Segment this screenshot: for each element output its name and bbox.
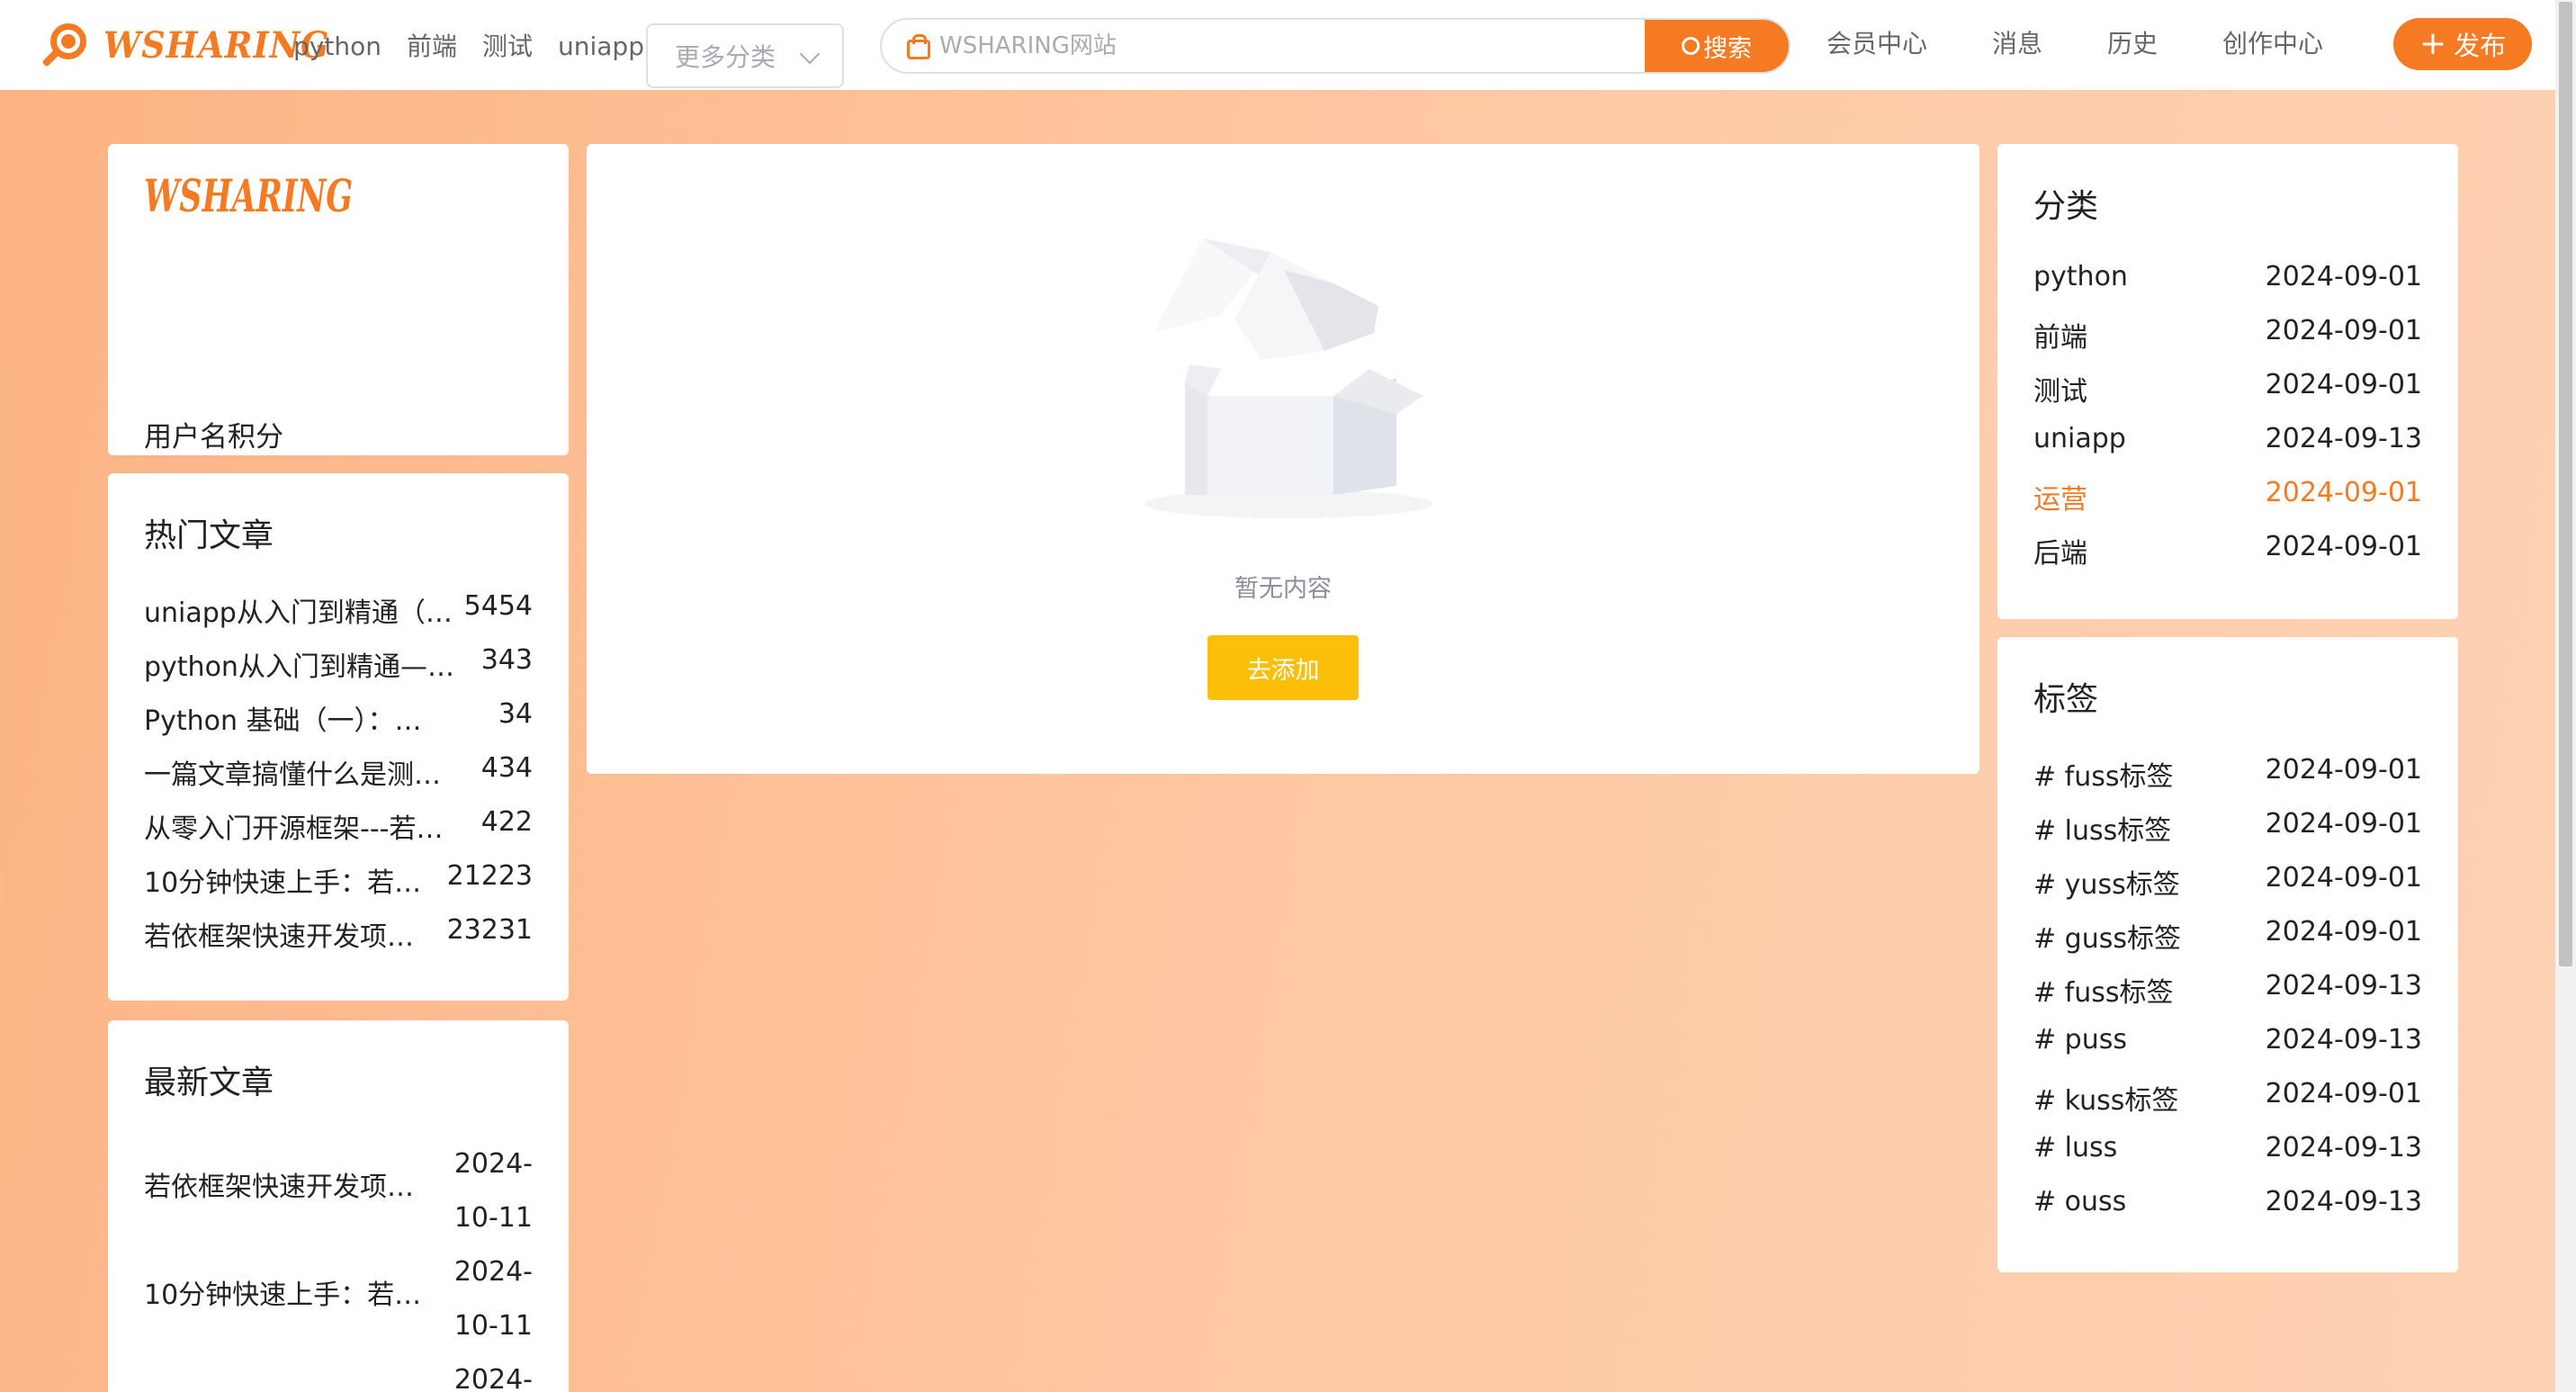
tag-date: 2024-09-13 <box>2265 1132 2422 1163</box>
tag-name: # puss <box>2033 1024 2127 1055</box>
search-icon <box>1682 37 1700 55</box>
date-year: 2024- <box>453 1256 533 1288</box>
tag-date: 2024-09-01 <box>2265 862 2422 894</box>
latest-article-title: 10分钟快速上手：若… <box>144 1280 422 1311</box>
hot-article-title: 10分钟快速上手：若… <box>144 867 422 899</box>
category-name: python <box>2033 261 2128 292</box>
tag-name: # kuss标签 <box>2033 1085 2179 1117</box>
hot-article-title: 从零入门开源框架---若… <box>144 813 444 845</box>
user-avatar-logo: WSHARING <box>144 169 354 222</box>
chevron-down-icon <box>799 43 821 65</box>
categories-title: 分类 <box>2033 188 2099 225</box>
add-content-button[interactable]: 去添加 <box>1207 635 1359 700</box>
date-day: 10-11 <box>453 1202 533 1234</box>
latest-article-row[interactable]: 2024- <box>144 1353 533 1392</box>
site-icon <box>905 34 930 59</box>
tag-name: # yuss标签 <box>2033 869 2180 901</box>
nav-item-uniapp[interactable]: uniapp <box>558 29 644 65</box>
category-name: 前端 <box>2033 322 2087 354</box>
publish-button-label: 发布 <box>2454 31 2507 61</box>
user-card: WSHARING 用户名积分 ☆ 4 💬︎ 4 💬︎ 4 <box>108 144 569 532</box>
tag-date: 2024-09-01 <box>2265 754 2422 786</box>
tag-date: 2024-09-01 <box>2265 808 2422 840</box>
category-name: 后端 <box>2033 538 2087 570</box>
nav-item-testing[interactable]: 测试 <box>482 29 533 65</box>
search-input[interactable] <box>939 32 1641 59</box>
hot-article-title: uniapp从入门到精通（… <box>144 597 453 629</box>
latest-article-date: 2024- <box>454 1353 533 1392</box>
top-header: WSHARING python 前端 测试 uniapp 更多分类 搜索 会员中… <box>0 0 2555 90</box>
category-nav: python 前端 测试 uniapp <box>293 29 669 65</box>
tag-date: 2024-09-13 <box>2265 1186 2422 1217</box>
plus-icon: + <box>2419 25 2447 62</box>
category-date: 2024-09-01 <box>2265 261 2422 292</box>
hot-article-title: Python 基础（一）：… <box>144 705 422 737</box>
page-scrollbar[interactable] <box>2555 0 2576 1392</box>
latest-article-row[interactable]: 若依框架快速开发项… 2024- 10-11 <box>144 1137 533 1245</box>
tags-title: 标签 <box>2033 681 2099 718</box>
tag-date: 2024-09-13 <box>2265 1024 2422 1055</box>
hot-article-title: python从入门到精通—… <box>144 651 454 683</box>
hot-article-count: 21223 <box>446 860 533 892</box>
history-link[interactable]: 历史 <box>2107 25 2158 63</box>
hot-articles-card: 热门文章 uniapp从入门到精通（… 5454 python从入门到精通—… 343… <box>108 473 569 1001</box>
date-day: 10-11 <box>453 1310 533 1342</box>
categories-card: 分类 python 2024-09-01 前端 2024-09-01 测试 2024-09… <box>1997 144 2458 619</box>
empty-state-text: 暂无内容 <box>1234 575 1332 603</box>
hot-article-count: 343 <box>480 644 533 676</box>
category-name: uniapp <box>2033 423 2126 454</box>
hot-article-count: 422 <box>480 806 533 838</box>
tag-name: # fuss标签 <box>2033 977 2174 1009</box>
category-name: 测试 <box>2033 376 2087 408</box>
magnifier-logo-icon <box>40 20 90 70</box>
hot-article-count: 434 <box>480 752 533 784</box>
tag-name: # fuss标签 <box>2033 761 2174 793</box>
tag-name: # luss <box>2033 1132 2118 1163</box>
category-date: 2024-09-01 <box>2265 477 2422 508</box>
nav-item-frontend[interactable]: 前端 <box>407 29 457 65</box>
member-center-link[interactable]: 会员中心 <box>1827 25 1927 63</box>
user-points-label: 用户名积分 <box>144 421 283 454</box>
tag-date: 2024-09-01 <box>2265 916 2422 947</box>
creator-center-link[interactable]: 创作中心 <box>2222 25 2323 63</box>
tag-name: # guss标签 <box>2033 923 2181 955</box>
search-button-label: 搜索 <box>1703 34 1752 63</box>
category-date: 2024-09-01 <box>2265 315 2422 346</box>
tag-date: 2024-09-01 <box>2265 1078 2422 1109</box>
latest-article-date: 2024- 10-11 <box>454 1245 533 1353</box>
scrollbar-thumb[interactable] <box>2559 2 2572 966</box>
hot-article-title: 若依框架快速开发项… <box>144 921 414 953</box>
category-date: 2024-09-01 <box>2265 369 2422 400</box>
publish-button[interactable]: + 发布 <box>2393 18 2532 70</box>
tag-name: # luss标签 <box>2033 815 2172 847</box>
category-date: 2024-09-13 <box>2265 423 2422 454</box>
date-year: 2024- <box>453 1148 533 1180</box>
empty-box-illustration <box>1144 238 1432 518</box>
latest-article-row[interactable]: 10分钟快速上手：若… 2024- 10-11 <box>144 1245 533 1353</box>
hot-article-count: 5454 <box>463 590 533 622</box>
latest-article-date: 2024- 10-11 <box>454 1137 533 1245</box>
search-bar: 搜索 <box>880 18 1791 74</box>
category-date: 2024-09-01 <box>2265 531 2422 562</box>
header-links: 会员中心 消息 历史 创作中心 <box>1827 25 2323 63</box>
tag-date: 2024-09-13 <box>2265 970 2422 1001</box>
nav-item-python[interactable]: python <box>293 29 381 65</box>
more-categories-select[interactable]: 更多分类 <box>646 23 844 88</box>
date-year: 2024- <box>453 1364 533 1392</box>
category-name: 运营 <box>2033 484 2087 516</box>
search-button[interactable]: 搜索 <box>1645 20 1789 72</box>
hot-article-count: 23231 <box>446 914 533 946</box>
latest-article-title: 若依框架快速开发项… <box>144 1172 414 1203</box>
latest-articles-card: 最新文章 若依框架快速开发项… 2024- 10-11 10分钟快速上手：若… 2024… <box>108 1020 569 1392</box>
latest-articles-title: 最新文章 <box>144 1064 274 1101</box>
hot-article-count: 34 <box>498 698 533 730</box>
main-content-card: 暂无内容 去添加 <box>587 144 1979 774</box>
hot-articles-title: 热门文章 <box>144 517 274 554</box>
hot-article-title: 一篇文章搞懂什么是测… <box>144 759 441 791</box>
tags-card: 标签 # fuss标签 2024-09-01 # luss标签 2024-09-01 #… <box>1997 637 2458 1272</box>
messages-link[interactable]: 消息 <box>1992 25 2042 63</box>
more-categories-placeholder: 更多分类 <box>675 42 776 72</box>
tag-name: # ouss <box>2033 1186 2127 1217</box>
